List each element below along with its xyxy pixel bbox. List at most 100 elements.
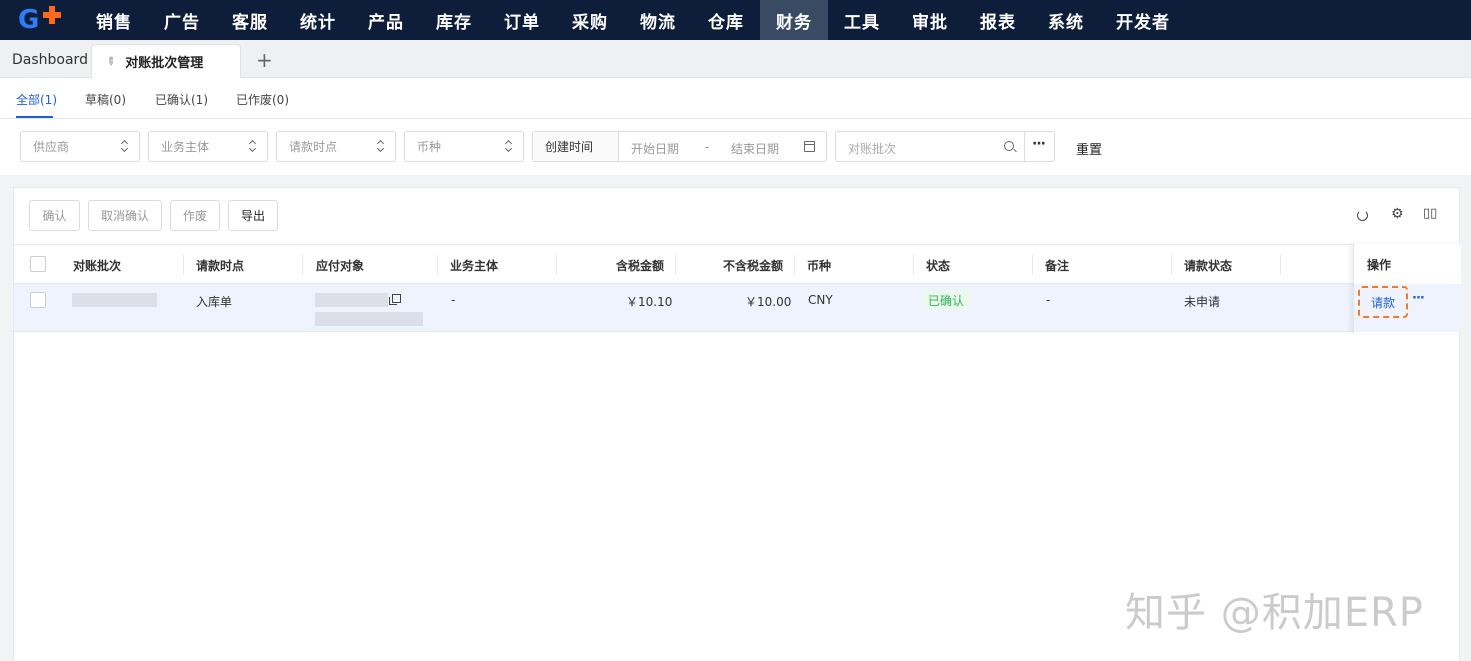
status-tab-all[interactable]: 全部(1) [16, 91, 57, 108]
tab-reconciliation-batch[interactable]: ✎ 对账批次管理 [91, 44, 241, 78]
supplier-placeholder: 供应商 [33, 140, 70, 154]
status-tab-draft[interactable]: 草稿(0) [85, 91, 126, 108]
col-request-point: 请款时点 [196, 259, 245, 273]
batch-number-redacted[interactable] [72, 293, 157, 307]
export-button[interactable]: 导出 [228, 200, 278, 231]
batch-search-input[interactable]: 对账批次 ··· [835, 131, 1055, 162]
active-tab-underline [16, 116, 53, 118]
entity-select[interactable]: 业务主体 [148, 131, 268, 162]
currency-select[interactable]: 币种 [404, 131, 524, 162]
cell-tax-excl: ￥10.00 [745, 295, 792, 309]
col-tax-incl: 含税金额 [616, 259, 665, 273]
nav-item-reports[interactable]: 报表 [964, 0, 1032, 40]
op-header-cell: 操作 [1354, 244, 1461, 284]
nav-item-products[interactable]: 产品 [352, 0, 420, 40]
supplier-select[interactable]: 供应商 [20, 131, 140, 162]
date-type-select[interactable]: 创建时间 [533, 132, 619, 161]
nav-item-warehouse[interactable]: 仓库 [692, 0, 760, 40]
op-row-cell: 请款 ··· [1354, 284, 1461, 332]
logo-g-icon: G [18, 5, 40, 35]
tab-dashboard[interactable]: Dashboard [12, 52, 88, 68]
cell-request-status: 未申请 [1184, 295, 1221, 309]
cell-request-point: 入库单 [196, 295, 233, 309]
col-remark: 备注 [1045, 259, 1070, 273]
col-divider [794, 255, 795, 275]
filter-bar: 供应商 业务主体 请款时点 币种 创建时间 开始日期 - 结束日期 对账批次 ·… [0, 119, 1471, 175]
top-nav: G 销售 广告 客服 统计 产品 库存 订单 采购 物流 仓库 财务 工具 审批… [0, 0, 1471, 40]
col-entity: 业务主体 [450, 259, 499, 273]
col-divider [1171, 255, 1172, 275]
nav-item-stats[interactable]: 统计 [284, 0, 352, 40]
search-icon[interactable] [1004, 141, 1014, 151]
request-payment-button[interactable]: 请款 [1358, 286, 1408, 318]
nav-item-tools[interactable]: 工具 [828, 0, 896, 40]
nav-item-developer[interactable]: 开发者 [1100, 0, 1186, 40]
batch-search-placeholder: 对账批次 [848, 142, 897, 156]
logo-plus-icon [43, 6, 61, 24]
nav-item-approval[interactable]: 审批 [896, 0, 964, 40]
col-divider [675, 255, 676, 275]
end-date-input[interactable]: 结束日期 [731, 140, 779, 157]
nav-item-inventory[interactable]: 库存 [420, 0, 488, 40]
request-point-placeholder: 请款时点 [289, 140, 338, 154]
status-tab-confirmed[interactable]: 已确认(1) [155, 91, 208, 108]
col-payee: 应付对象 [316, 259, 365, 273]
pin-icon[interactable]: ✎ [103, 54, 119, 70]
calendar-icon[interactable] [804, 141, 815, 152]
add-tab-button[interactable]: + [256, 48, 273, 72]
status-badge: 已确认 [922, 290, 971, 310]
tab-label: 对账批次管理 [125, 56, 204, 71]
request-point-select[interactable]: 请款时点 [276, 131, 396, 162]
col-divider [437, 255, 438, 275]
cell-currency: CNY [808, 293, 833, 307]
refresh-icon[interactable] [1357, 210, 1368, 221]
cancel-confirm-button[interactable]: 取消确认 [88, 200, 162, 231]
col-batch: 对账批次 [73, 259, 122, 273]
col-divider [913, 255, 914, 275]
col-request-status: 请款状态 [1184, 259, 1233, 273]
payee-detail-redacted [315, 312, 423, 326]
table-row[interactable]: 入库单 - ￥10.10 ￥10.00 CNY 已确认 - 未申请 [14, 284, 1461, 332]
cell-remark: - [1046, 293, 1051, 307]
chevron-updown-icon [377, 138, 385, 154]
col-divider [1032, 255, 1033, 275]
gear-icon[interactable]: ⚙ [1391, 206, 1405, 222]
nav-item-sales[interactable]: 销售 [80, 0, 148, 40]
nav-item-ads[interactable]: 广告 [148, 0, 216, 40]
col-divider [302, 255, 303, 275]
reset-button[interactable]: 重置 [1076, 139, 1102, 158]
status-tabs: 全部(1) 草稿(0) 已确认(1) 已作废(0) [0, 78, 1471, 119]
nav-item-finance[interactable]: 财务 [760, 0, 828, 40]
start-date-input[interactable]: 开始日期 [631, 140, 679, 157]
select-all-checkbox[interactable] [30, 256, 46, 272]
confirm-button[interactable]: 确认 [29, 200, 80, 231]
nav-item-purchase[interactable]: 采购 [556, 0, 624, 40]
nav-item-system[interactable]: 系统 [1032, 0, 1100, 40]
nav-item-logistics[interactable]: 物流 [624, 0, 692, 40]
chevron-updown-icon [249, 138, 257, 154]
col-divider [183, 255, 184, 275]
app-logo[interactable]: G [0, 0, 80, 40]
watermark: 知乎 @积加ERP [1125, 590, 1424, 636]
cell-tax-incl: ￥10.10 [626, 295, 673, 309]
col-tax-excl: 不含税金额 [723, 259, 784, 273]
more-filters-button[interactable]: ··· [1032, 136, 1046, 152]
search-divider [1024, 132, 1025, 161]
row-more-actions-button[interactable]: ··· [1412, 291, 1425, 306]
currency-placeholder: 币种 [417, 140, 442, 154]
nav-item-orders[interactable]: 订单 [488, 0, 556, 40]
table-header: 对账批次 请款时点 应付对象 业务主体 含税金额 不含税金额 币种 状态 备注 … [14, 244, 1461, 284]
status-tab-void[interactable]: 已作废(0) [236, 91, 289, 108]
void-button[interactable]: 作废 [170, 200, 220, 231]
cell-entity: - [451, 293, 456, 307]
page-tab-bar: Dashboard ✎ 对账批次管理 + [0, 40, 1471, 78]
operation-column: 操作 请款 ··· [1353, 244, 1461, 333]
date-separator: - [705, 140, 710, 154]
payee-name-redacted [315, 293, 388, 307]
columns-icon[interactable]: ▯▯ [1423, 206, 1437, 221]
copy-icon[interactable] [389, 294, 401, 305]
col-currency: 币种 [807, 259, 832, 273]
row-checkbox[interactable] [30, 292, 46, 308]
nav-item-service[interactable]: 客服 [216, 0, 284, 40]
date-range-picker[interactable]: 创建时间 开始日期 - 结束日期 [532, 131, 827, 162]
